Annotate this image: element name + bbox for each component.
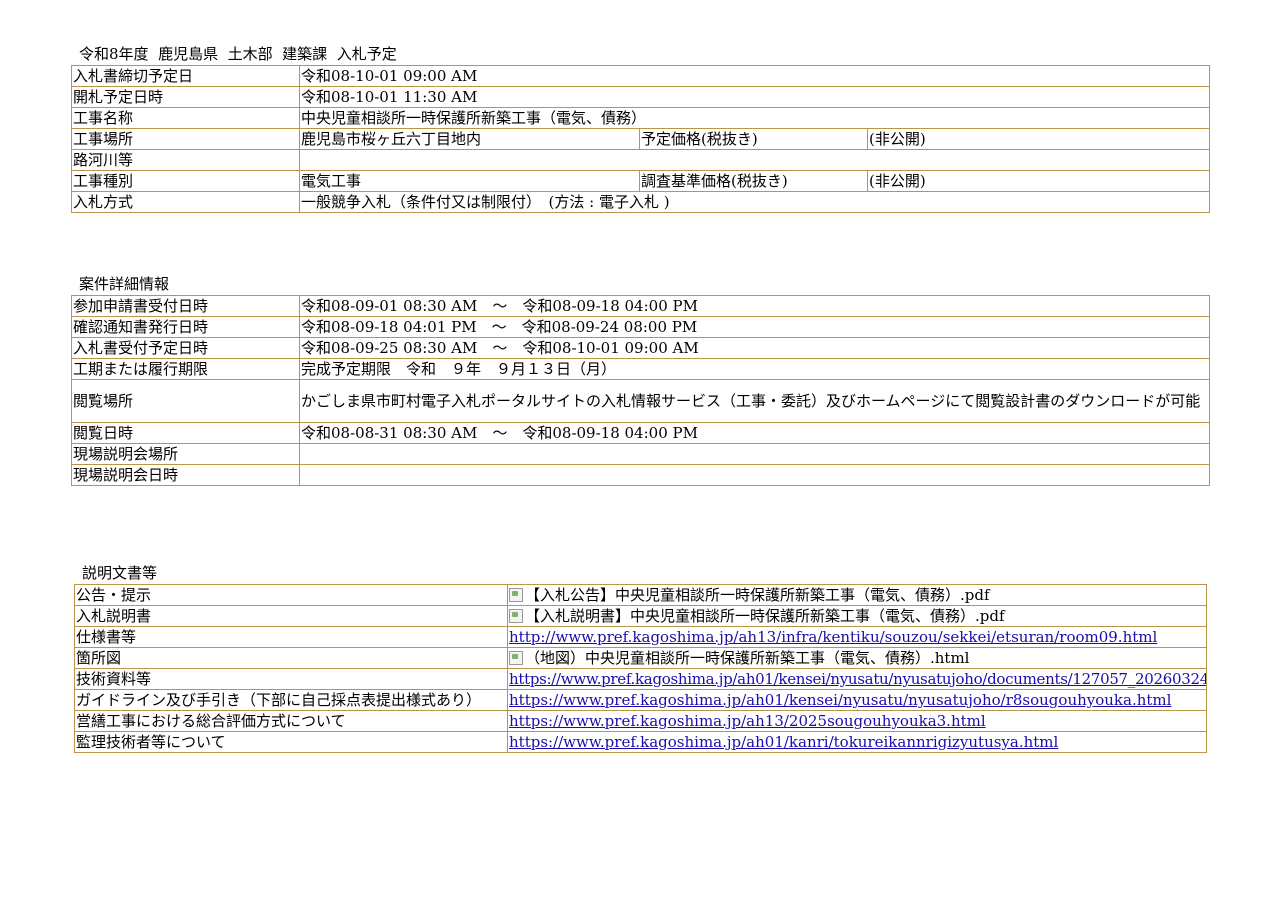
row-label: ガイドライン及び手引き（下部に自己採点表提出様式あり） (74, 689, 508, 711)
table-row: 入札説明書 【入札説明書】中央児童相談所一時保護所新築工事（電気、債務）.pdf (74, 605, 1207, 627)
table-row: 技術資料等 https://www.pref.kagoshima.jp/ah01… (74, 668, 1207, 690)
row-label: 入札書受付予定日時 (71, 337, 300, 359)
row-label: 参加申請書受付日時 (71, 295, 300, 317)
comprehensive-evaluation-link[interactable]: https://www.pref.kagoshima.jp/ah13/2025s… (509, 712, 986, 730)
guideline-link[interactable]: https://www.pref.kagoshima.jp/ah01/kense… (509, 691, 1171, 709)
broken-image-icon (509, 588, 523, 602)
row-label: 確認通知書発行日時 (71, 316, 300, 338)
deadline-label: 入札書締切予定日 (71, 65, 300, 87)
table-row: 入札書締切予定日 令和08-10-01 09:00 AM (71, 65, 1211, 87)
announcement-pdf-link[interactable]: 【入札公告】中央児童相談所一時保護所新築工事（電気、債務）.pdf (525, 586, 990, 604)
row-label: 仕様書等 (74, 626, 508, 648)
map-html-link[interactable]: （地図）中央児童相談所一時保護所新築工事（電気、債務）.html (525, 649, 969, 667)
table-row: 参加申請書受付日時 令和08-09-01 08:30 AM ～ 令和08-09-… (71, 295, 1210, 317)
row-label: 現場説明会日時 (71, 464, 300, 486)
road-river-value (298, 149, 1211, 171)
deadline-value: 令和08-10-01 09:00 AM (298, 65, 1211, 87)
bid-schedule-title: 令和8年度 鹿児島県 土木部 建築課 入札予定 (79, 45, 397, 63)
opening-label: 開札予定日時 (71, 86, 300, 108)
row-label: 箇所図 (74, 647, 508, 669)
table-row: 監理技術者等について https://www.pref.kagoshima.jp… (74, 731, 1207, 753)
table-row: 営繕工事における総合評価方式について https://www.pref.kago… (74, 710, 1207, 732)
specification-link[interactable]: http://www.pref.kagoshima.jp/ah13/infra/… (509, 628, 1157, 646)
row-label: 工期または履行期限 (71, 358, 300, 380)
row-label: 閲覧場所 (71, 379, 300, 423)
document-cell: http://www.pref.kagoshima.jp/ah13/infra/… (507, 626, 1207, 648)
row-value (299, 464, 1210, 486)
broken-image-icon (509, 609, 523, 623)
document-cell: https://www.pref.kagoshima.jp/ah01/kanri… (507, 731, 1207, 753)
technical-material-link[interactable]: https://www.pref.kagoshima.jp/ah01/kense… (509, 670, 1206, 688)
construction-type-value: 電気工事 (299, 170, 640, 192)
road-river-label: 路河川等 (71, 149, 300, 171)
document-cell[interactable]: 【入札公告】中央児童相談所一時保護所新築工事（電気、債務）.pdf (507, 584, 1207, 606)
document-cell: https://www.pref.kagoshima.jp/ah01/kense… (507, 689, 1207, 711)
row-label: 営繕工事における総合評価方式について (74, 710, 508, 732)
table-row: 工事場所 鹿児島市桜ヶ丘六丁目地内 予定価格(税抜き) (非公開) (71, 128, 1211, 150)
construction-place-value: 鹿児島市桜ヶ丘六丁目地内 (299, 128, 640, 150)
row-label: 公告・提示 (74, 584, 508, 606)
table-row: 確認通知書発行日時 令和08-09-18 04:01 PM ～ 令和08-09-… (71, 316, 1210, 338)
bid-method-value: 一般競争入札（条件付又は制限付） (方法 : 電子入札 ) (298, 191, 1211, 213)
documents-title: 説明文書等 (82, 564, 158, 582)
table-row: 工事種別 電気工事 調査基準価格(税抜き) (非公開) (71, 170, 1211, 192)
table-row: 閲覧場所 かごしま県市町村電子入札ポータルサイトの入札情報サービス（工事・委託）… (71, 379, 1210, 423)
bid-method-label: 入札方式 (71, 191, 300, 213)
table-row: 仕様書等 http://www.pref.kagoshima.jp/ah13/i… (74, 626, 1207, 648)
planned-price-value: (非公開) (866, 128, 1211, 150)
supervising-engineer-link[interactable]: https://www.pref.kagoshima.jp/ah01/kanri… (509, 733, 1058, 751)
detail-info-table: 参加申請書受付日時 令和08-09-01 08:30 AM ～ 令和08-09-… (71, 295, 1210, 486)
table-row: 工期または履行期限 完成予定期限 令和 ９年 ９月１３日（月） (71, 358, 1210, 380)
row-label: 現場説明会場所 (71, 443, 300, 465)
table-row: 入札書受付予定日時 令和08-09-25 08:30 AM ～ 令和08-10-… (71, 337, 1210, 359)
table-row: 現場説明会日時 (71, 464, 1210, 486)
table-row: 箇所図 （地図）中央児童相談所一時保護所新築工事（電気、債務）.html (74, 647, 1207, 669)
construction-type-label: 工事種別 (71, 170, 300, 192)
table-row: 入札方式 一般競争入札（条件付又は制限付） (方法 : 電子入札 ) (71, 191, 1211, 213)
opening-value: 令和08-10-01 11:30 AM (298, 86, 1211, 108)
table-row: 開札予定日時 令和08-10-01 11:30 AM (71, 86, 1211, 108)
row-value: 令和08-09-25 08:30 AM ～ 令和08-10-01 09:00 A… (299, 337, 1210, 359)
construction-name-label: 工事名称 (71, 107, 300, 129)
document-cell[interactable]: （地図）中央児童相談所一時保護所新築工事（電気、債務）.html (507, 647, 1207, 669)
table-row: 現場説明会場所 (71, 443, 1210, 465)
broken-image-icon (509, 651, 523, 665)
table-row: ガイドライン及び手引き（下部に自己採点表提出様式あり） https://www.… (74, 689, 1207, 711)
document-cell: https://www.pref.kagoshima.jp/ah13/2025s… (507, 710, 1207, 732)
row-value (299, 443, 1210, 465)
row-label: 技術資料等 (74, 668, 508, 690)
detail-info-title: 案件詳細情報 (79, 275, 170, 293)
table-row: 公告・提示 【入札公告】中央児童相談所一時保護所新築工事（電気、債務）.pdf (74, 584, 1207, 606)
planned-price-label: 予定価格(税抜き) (639, 128, 868, 150)
row-label: 入札説明書 (74, 605, 508, 627)
table-row: 路河川等 (71, 149, 1211, 171)
row-value: 完成予定期限 令和 ９年 ９月１３日（月） (299, 358, 1210, 380)
survey-price-value: (非公開) (866, 170, 1211, 192)
document-cell: https://www.pref.kagoshima.jp/ah01/kense… (507, 668, 1207, 690)
row-value: 令和08-09-01 08:30 AM ～ 令和08-09-18 04:00 P… (299, 295, 1210, 317)
document-cell[interactable]: 【入札説明書】中央児童相談所一時保護所新築工事（電気、債務）.pdf (507, 605, 1207, 627)
documents-table: 公告・提示 【入札公告】中央児童相談所一時保護所新築工事（電気、債務）.pdf … (74, 584, 1207, 753)
construction-name-value: 中央児童相談所一時保護所新築工事（電気、債務） (298, 107, 1211, 129)
row-label: 閲覧日時 (71, 422, 300, 444)
row-value: 令和08-08-31 08:30 AM ～ 令和08-09-18 04:00 P… (299, 422, 1210, 444)
row-label: 監理技術者等について (74, 731, 508, 753)
table-row: 閲覧日時 令和08-08-31 08:30 AM ～ 令和08-09-18 04… (71, 422, 1210, 444)
bid-explanation-pdf-link[interactable]: 【入札説明書】中央児童相談所一時保護所新築工事（電気、債務）.pdf (525, 607, 1005, 625)
bid-schedule-table: 入札書締切予定日 令和08-10-01 09:00 AM 開札予定日時 令和08… (71, 65, 1211, 213)
survey-price-label: 調査基準価格(税抜き) (639, 170, 868, 192)
construction-place-label: 工事場所 (71, 128, 300, 150)
table-row: 工事名称 中央児童相談所一時保護所新築工事（電気、債務） (71, 107, 1211, 129)
row-value: かごしま県市町村電子入札ポータルサイトの入札情報サービス（工事・委託）及びホーム… (299, 379, 1210, 423)
row-value: 令和08-09-18 04:01 PM ～ 令和08-09-24 08:00 P… (299, 316, 1210, 338)
